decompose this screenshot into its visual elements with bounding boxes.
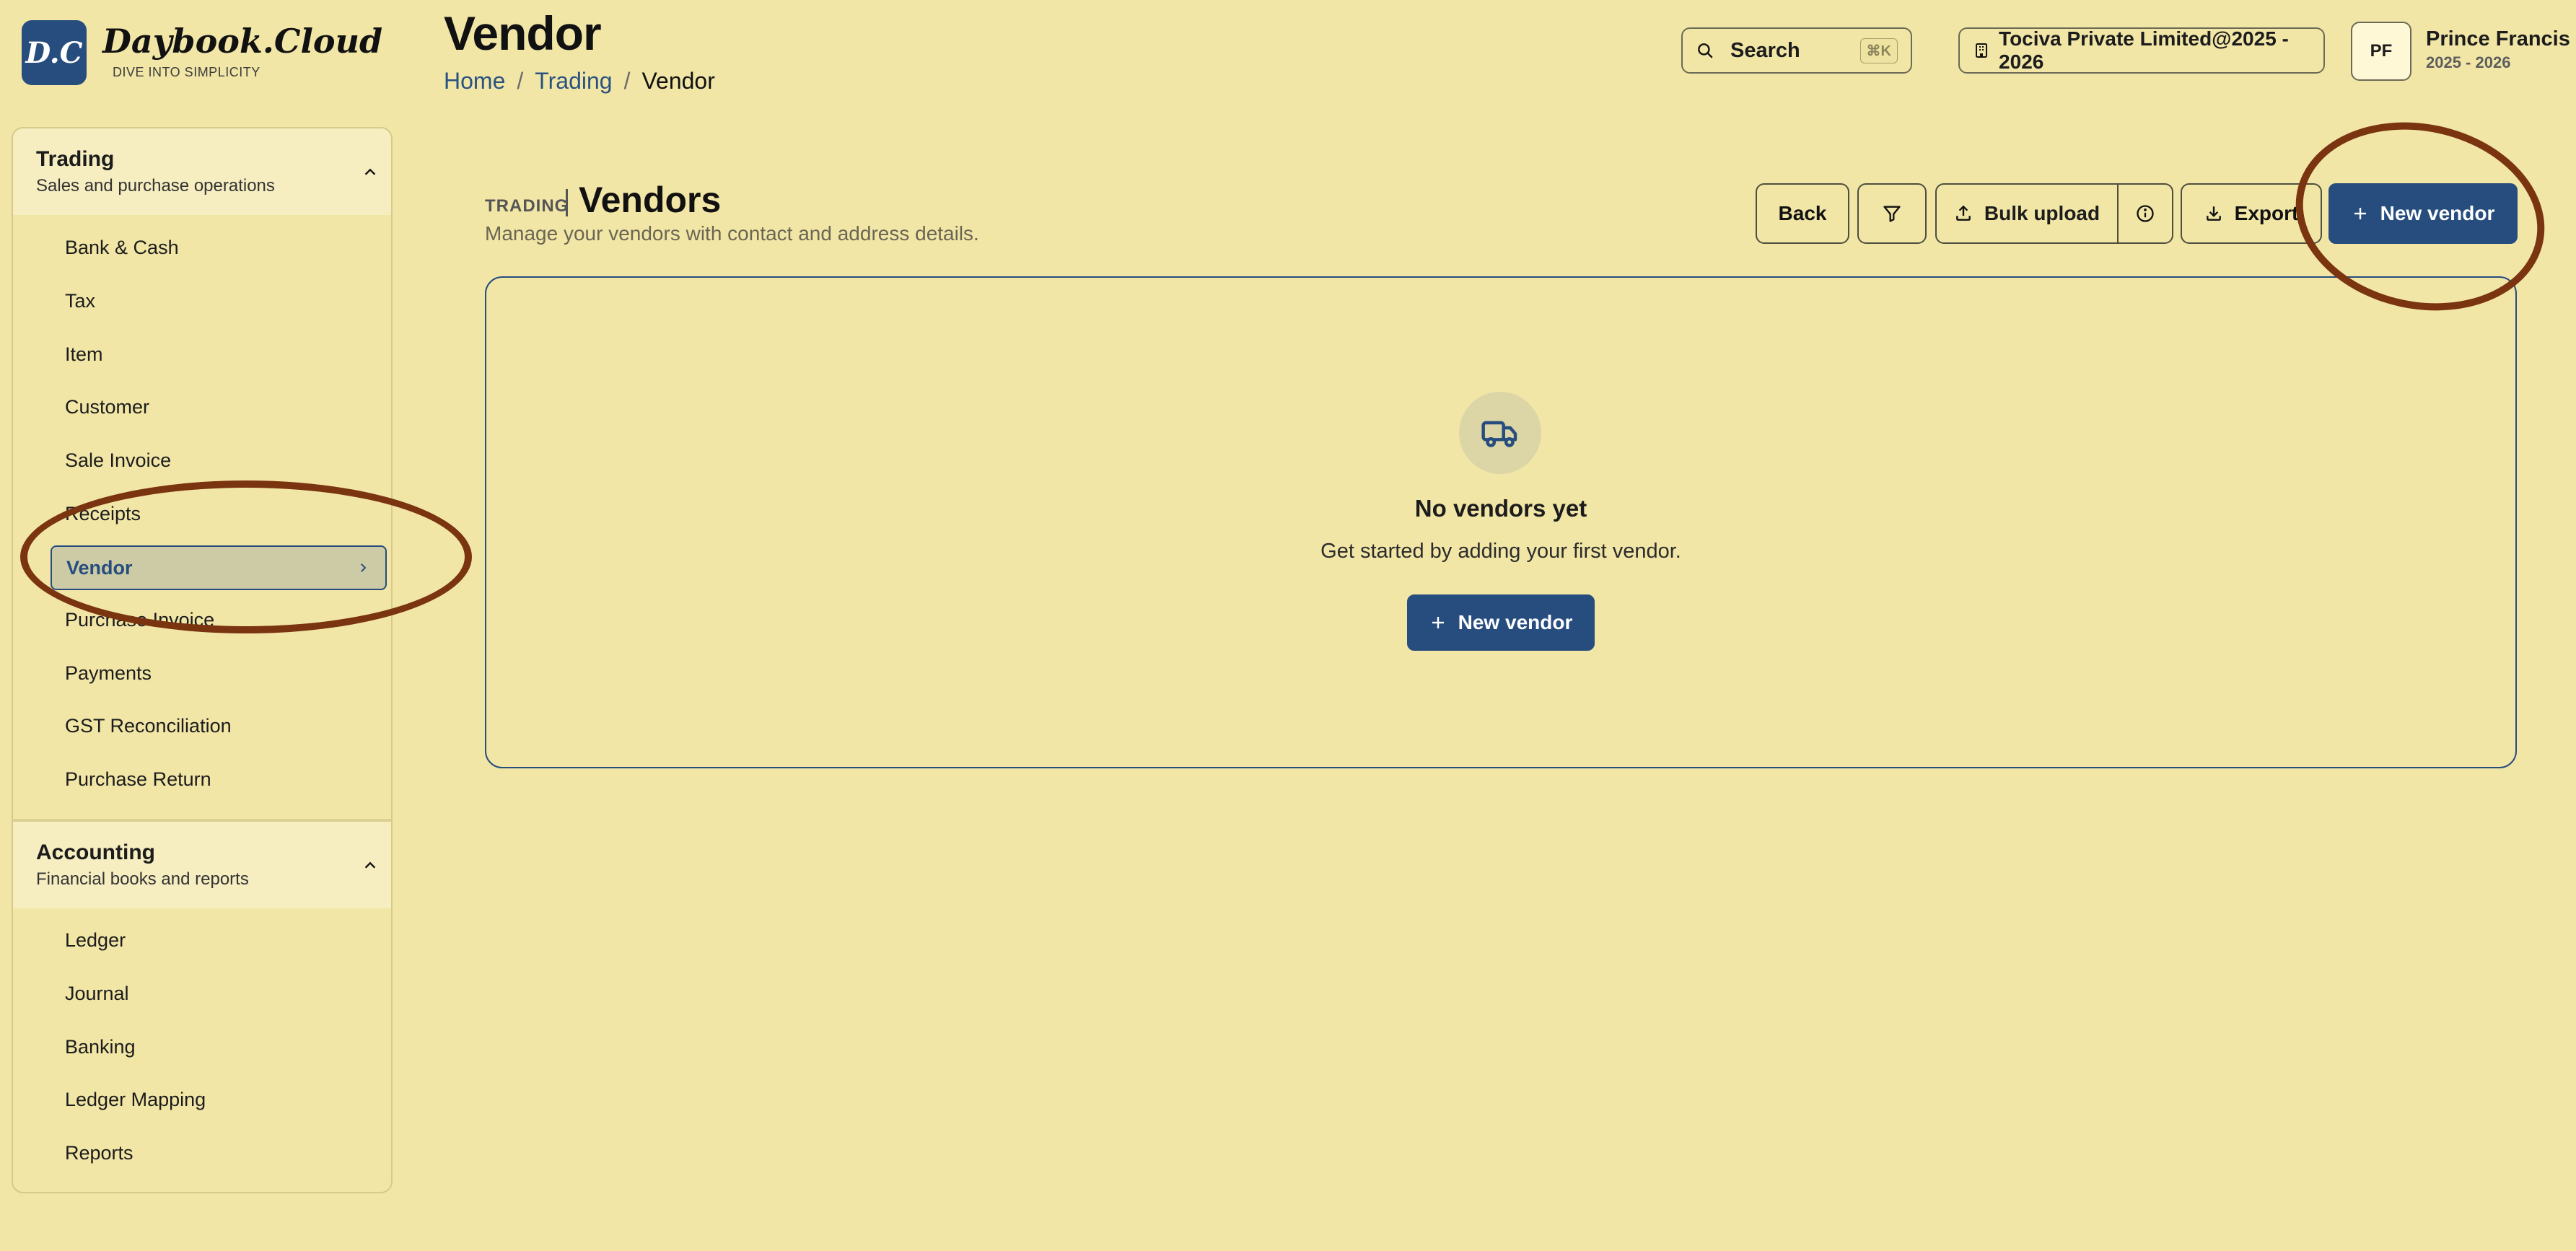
section-title: Vendors	[579, 180, 722, 220]
page-title: Vendor	[444, 6, 602, 60]
search-icon	[1698, 43, 1713, 58]
sidebar-section-title: Accounting	[36, 840, 155, 864]
breadcrumb-separator: /	[517, 68, 524, 94]
section-label: TRADING	[485, 196, 569, 216]
sidebar-item-bank-cash[interactable]: Bank & Cash	[65, 237, 179, 259]
filter-button[interactable]	[1857, 183, 1927, 244]
user-financial-year: 2025 - 2026	[2426, 53, 2511, 71]
sidebar-section-subtitle: Sales and purchase operations	[36, 176, 275, 196]
info-icon	[2137, 205, 2154, 222]
bulk-upload-group: Bulk upload	[1935, 183, 2173, 244]
download-icon	[2206, 206, 2221, 221]
upload-icon	[1956, 205, 1971, 221]
brand-mark: D.C	[22, 20, 87, 85]
breadcrumb-separator: /	[623, 68, 631, 94]
sidebar-item-tax[interactable]: Tax	[65, 290, 95, 312]
building-icon	[1976, 43, 1988, 58]
search-label: Search	[1730, 38, 1800, 62]
sidebar-section-subtitle: Financial books and reports	[36, 869, 249, 889]
organization-name: Tociva Private Limited@2025 - 2026	[1999, 27, 2289, 73]
section-label-divider	[566, 189, 568, 216]
sidebar-section-accounting[interactable]: Accounting Financial books and reports	[13, 822, 391, 908]
plus-icon	[1432, 617, 1444, 628]
sidebar-item-reports[interactable]: Reports	[65, 1142, 133, 1164]
empty-state-button-label: New vendor	[1458, 611, 1573, 633]
vendors-empty-card	[485, 276, 2517, 768]
bulk-upload-button[interactable]: Bulk upload	[1937, 185, 2119, 242]
sidebar-item-banking[interactable]: Banking	[65, 1036, 136, 1058]
brand-tagline: DIVE INTO SIMPLICITY	[113, 65, 260, 79]
sidebar-item-item[interactable]: Item	[65, 343, 103, 366]
empty-state-description: Get started by adding your first vendor.	[1320, 540, 1681, 563]
filter-icon	[1883, 206, 1901, 222]
annotation-circle-vendor-nav	[20, 480, 472, 633]
search-button[interactable]: Search ⌘K	[1681, 27, 1912, 74]
sidebar-item-payments[interactable]: Payments	[65, 662, 152, 685]
search-shortcut: ⌘K	[1859, 38, 1898, 63]
section-description: Manage your vendors with contact and add…	[485, 222, 979, 245]
bulk-upload-info-button[interactable]	[2119, 185, 2172, 242]
chevron-up-icon[interactable]	[362, 858, 378, 874]
truck-icon	[1481, 421, 1517, 447]
sidebar-item-sale-invoice[interactable]: Sale Invoice	[65, 449, 171, 472]
brand-name: Daybook.Cloud	[102, 22, 383, 61]
export-label: Export	[2234, 202, 2299, 224]
breadcrumb-current: Vendor	[641, 68, 715, 94]
empty-state-new-vendor-button[interactable]: New vendor	[1407, 594, 1595, 651]
sidebar-section-title: Trading	[36, 147, 115, 171]
sidebar-item-customer[interactable]: Customer	[65, 396, 149, 418]
chevron-up-icon[interactable]	[362, 164, 378, 180]
sidebar-item-ledger[interactable]: Ledger	[65, 929, 126, 952]
brand-logo[interactable]: D.C	[13, 13, 114, 97]
bulk-upload-label: Bulk upload	[1984, 202, 2100, 224]
empty-state-title: No vendors yet	[1414, 495, 1587, 522]
sidebar-item-ledger-mapping[interactable]: Ledger Mapping	[65, 1089, 206, 1111]
user-name[interactable]: Prince Francis	[2426, 27, 2570, 51]
sidebar-section-trading[interactable]: Trading Sales and purchase operations	[13, 128, 391, 215]
sidebar-item-purchase-return[interactable]: Purchase Return	[65, 768, 211, 791]
sidebar-item-gst-reconciliation[interactable]: GST Reconciliation	[65, 715, 232, 737]
back-button[interactable]: Back	[1756, 183, 1849, 244]
breadcrumb-home[interactable]: Home	[444, 68, 505, 95]
sidebar: Trading Sales and purchase operations Ba…	[12, 127, 393, 1193]
empty-state-icon-circle	[1459, 392, 1541, 474]
breadcrumb: Home / Trading / Vendor	[444, 68, 715, 95]
user-avatar[interactable]: PF	[2351, 22, 2411, 81]
breadcrumb-trading[interactable]: Trading	[535, 68, 612, 95]
organization-selector[interactable]: Tociva Private Limited@2025 - 2026	[1958, 27, 2325, 74]
back-button-label: Back	[1778, 202, 1827, 224]
sidebar-item-journal[interactable]: Journal	[65, 983, 129, 1005]
